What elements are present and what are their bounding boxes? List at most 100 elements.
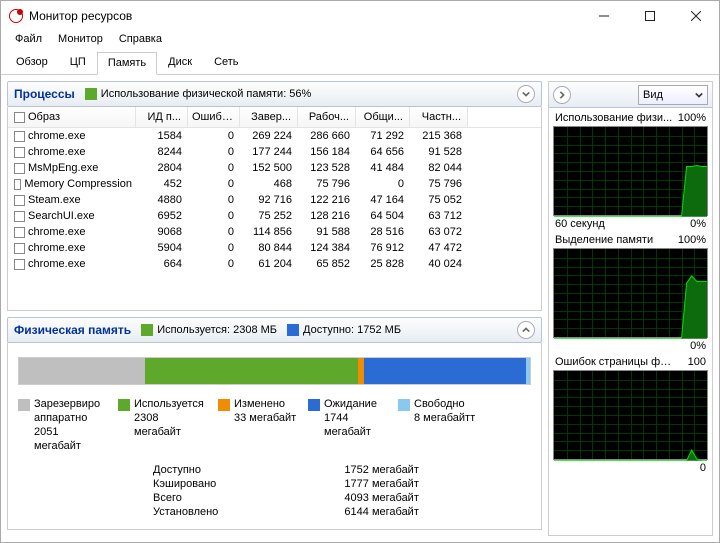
right-header: Вид [549,82,712,108]
row-checkbox[interactable] [14,147,25,158]
row-checkbox[interactable] [14,131,25,142]
legend-inuse: Используется2308мегабайт [118,397,218,453]
th-commit[interactable]: Завер... [240,107,298,127]
minimize-button[interactable] [581,1,627,31]
th-image[interactable]: Образ [8,107,136,127]
phys-memory-panel: Физическая память Используется: 2308 МБ … [7,317,542,530]
stat-key: Кэшировано [153,477,330,491]
cell-shared: 47 164 [356,194,410,206]
stat-value: 4093 мегабайт [344,491,531,505]
graph-max: 100 [688,356,706,368]
cell-private: 75 796 [410,178,468,190]
processes-header[interactable]: Процессы Использование физической памяти… [7,81,542,107]
window-title: Монитор ресурсов [29,9,581,23]
table-row[interactable]: SearchUI.exe6952075 252128 21664 50463 7… [8,208,541,224]
phys-memory-header[interactable]: Физическая память Используется: 2308 МБ … [7,317,542,343]
cell-pid: 4880 [136,194,188,206]
chevron-down-icon [695,91,703,99]
cell-private: 82 044 [410,162,468,174]
tab-cpu[interactable]: ЦП [59,51,97,74]
th-working[interactable]: Рабоч... [298,107,356,127]
row-checkbox[interactable] [14,179,21,190]
table-row[interactable]: Memory Compression452046875 796075 796 [8,176,541,192]
processes-title: Процессы [14,87,75,101]
tab-overview[interactable]: Обзор [5,51,59,74]
table-row[interactable]: chrome.exe5904080 844124 38476 91247 472 [8,240,541,256]
collapse-processes-button[interactable] [517,85,535,103]
row-checkbox[interactable] [14,195,25,206]
th-private[interactable]: Частн... [410,107,468,127]
graph-max: 100% [678,234,706,246]
stat-value: 1752 мегабайт [344,463,531,477]
tab-memory[interactable]: Память [97,52,157,75]
bar-free [526,358,530,384]
select-all-checkbox[interactable] [14,112,25,123]
menu-file[interactable]: Файл [7,31,50,51]
bar-inuse [145,358,358,384]
table-row[interactable]: MsMpEng.exe28040152 500123 52841 48482 0… [8,160,541,176]
process-name: MsMpEng.exe [28,162,98,174]
expand-right-button[interactable] [553,86,571,104]
th-pid[interactable]: ИД п... [136,107,188,127]
tab-strip: Обзор ЦП Память Диск Сеть [1,51,719,75]
tab-disk[interactable]: Диск [157,51,203,74]
process-name: Steam.exe [28,194,81,206]
row-checkbox[interactable] [14,259,25,270]
right-body[interactable]: Использование физи...100%60 секунд0%Выде… [549,108,712,535]
process-name: SearchUI.exe [28,210,95,222]
stat-value: 1777 мегабайт [344,477,531,491]
right-column: Вид Использование физи...100%60 секунд0%… [548,81,713,536]
cell-shared: 71 292 [356,130,410,142]
cell-private: 91 528 [410,146,468,158]
table-row[interactable]: chrome.exe82440177 244156 18464 65691 52… [8,144,541,160]
row-checkbox[interactable] [14,211,25,222]
cell-commit: 61 204 [240,258,298,270]
bar-standby [364,358,526,384]
cell-working: 91 588 [298,226,356,238]
view-dropdown[interactable]: Вид [638,85,708,105]
th-shared[interactable]: Общи... [356,107,410,127]
cell-shared: 0 [356,178,410,190]
table-row[interactable]: Steam.exe4880092 716122 21647 16475 052 [8,192,541,208]
processes-status: Использование физической памяти: 56% [85,88,312,100]
cell-private: 75 052 [410,194,468,206]
table-row[interactable]: chrome.exe15840269 224286 66071 292215 3… [8,128,541,144]
table-row[interactable]: chrome.exe664061 20465 85225 82840 024 [8,256,541,272]
graph-panel: Ошибок страницы физи...1000 [553,356,708,474]
process-name: chrome.exe [28,130,85,142]
cell-hardfaults: 0 [188,242,240,254]
cell-hardfaults: 0 [188,210,240,222]
row-checkbox[interactable] [14,227,25,238]
stat-value: 6144 мегабайт [344,505,531,519]
collapse-physmem-button[interactable] [517,321,535,339]
memory-usage-swatch [85,88,97,100]
cell-shared: 41 484 [356,162,410,174]
cell-working: 128 216 [298,210,356,222]
tab-network[interactable]: Сеть [203,51,249,74]
process-name: chrome.exe [28,146,85,158]
table-body[interactable]: chrome.exe15840269 224286 66071 292215 3… [8,128,541,310]
row-checkbox[interactable] [14,243,25,254]
cell-working: 156 184 [298,146,356,158]
cell-pid: 452 [136,178,188,190]
graph-canvas [553,248,708,338]
cell-pid: 5904 [136,242,188,254]
th-hardfaults[interactable]: Ошибо... [188,107,240,127]
cell-hardfaults: 0 [188,178,240,190]
cell-hardfaults: 0 [188,162,240,174]
modified-swatch [218,399,230,411]
cell-hardfaults: 0 [188,194,240,206]
menu-help[interactable]: Справка [111,31,170,51]
title-bar: Монитор ресурсов [1,1,719,31]
cell-pid: 9068 [136,226,188,238]
process-name: chrome.exe [28,242,85,254]
processes-panel: Процессы Использование физической памяти… [7,81,542,311]
table-row[interactable]: chrome.exe90680114 85691 58828 51663 072 [8,224,541,240]
phys-memory-body: Зарезервироаппаратно2051мегабайт Использ… [7,343,542,530]
close-button[interactable] [673,1,719,31]
cell-pid: 6952 [136,210,188,222]
maximize-button[interactable] [627,1,673,31]
process-name: chrome.exe [28,226,85,238]
menu-monitor[interactable]: Монитор [50,31,111,51]
row-checkbox[interactable] [14,163,25,174]
